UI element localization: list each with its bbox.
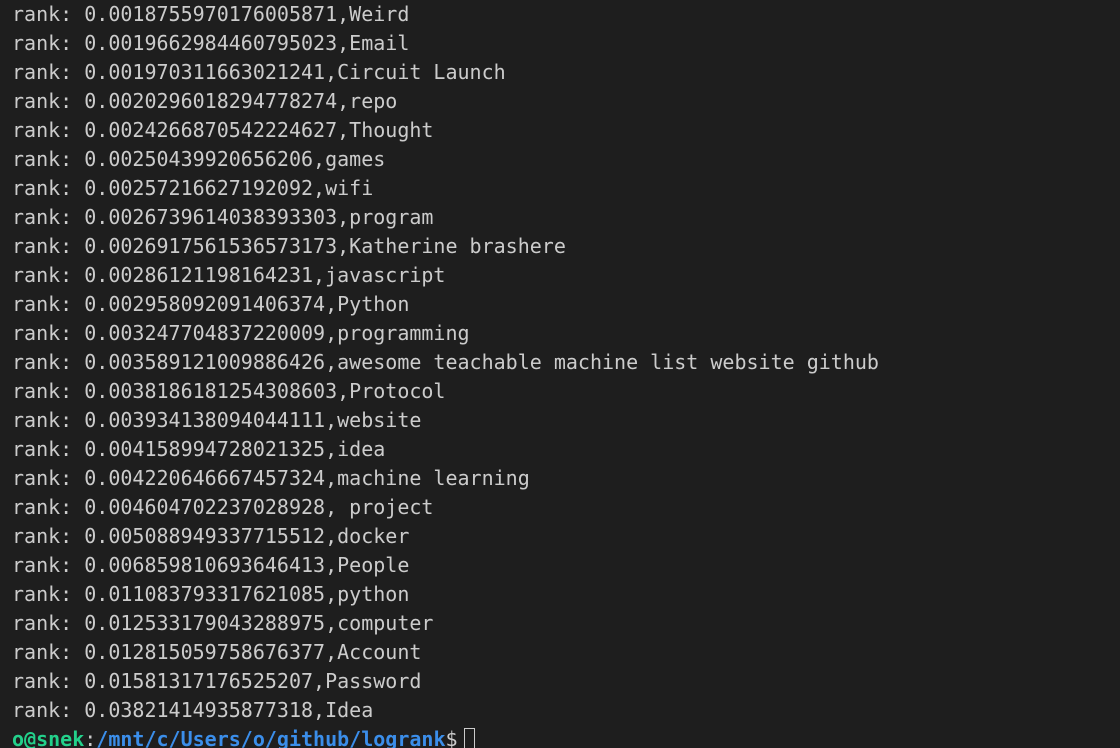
- output-line: rank: 0.011083793317621085,python: [12, 582, 410, 606]
- prompt-path: /mnt/c/Users/o/github/logrank: [96, 727, 446, 748]
- output-line: rank: 0.0018755970176005871,Weird: [12, 2, 410, 26]
- output-line: rank: 0.001970311663021241,Circuit Launc…: [12, 60, 506, 84]
- terminal-prompt-line[interactable]: o@snek:/mnt/c/Users/o/github/logrank$: [12, 725, 1120, 748]
- output-line: rank: 0.002958092091406374,Python: [12, 292, 410, 316]
- output-line: rank: 0.03821414935877318,Idea: [12, 698, 374, 722]
- output-line: rank: 0.012815059758676377,Account: [12, 640, 422, 664]
- output-line: rank: 0.0020296018294778274,repo: [12, 89, 398, 113]
- output-line: rank: 0.012533179043288975,computer: [12, 611, 434, 635]
- prompt-symbol: $: [445, 727, 458, 748]
- output-line: rank: 0.006859810693646413,People: [12, 553, 410, 577]
- terminal-window[interactable]: rank: 0.0018755970176005871,Weird rank: 0…: [0, 0, 1120, 748]
- output-line: rank: 0.00257216627192092,wifi: [12, 176, 374, 200]
- output-line: rank: 0.0026739614038393303,program: [12, 205, 434, 229]
- terminal-output: rank: 0.0018755970176005871,Weird rank: 0…: [12, 0, 1120, 725]
- output-line: rank: 0.00286121198164231,javascript: [12, 263, 446, 287]
- text-cursor[interactable]: [463, 728, 475, 748]
- prompt-user-host: o@snek: [12, 727, 85, 748]
- output-line: rank: 0.0038186181254308603,Protocol: [12, 379, 446, 403]
- output-line: rank: 0.004220646667457324,machine learn…: [12, 466, 530, 490]
- output-line: rank: 0.0026917561536573173,Katherine br…: [12, 234, 566, 258]
- prompt-separator: :: [84, 727, 97, 748]
- output-line: rank: 0.004604702237028928, project: [12, 495, 434, 519]
- output-line: rank: 0.01581317176525207,Password: [12, 669, 422, 693]
- output-line: rank: 0.0024266870542224627,Thought: [12, 118, 434, 142]
- output-line: rank: 0.005088949337715512,docker: [12, 524, 410, 548]
- output-line: rank: 0.0019662984460795023,Email: [12, 31, 410, 55]
- output-line: rank: 0.004158994728021325,idea: [12, 437, 386, 461]
- output-line: rank: 0.003247704837220009,programming: [12, 321, 470, 345]
- output-line: rank: 0.00250439920656206,games: [12, 147, 386, 171]
- output-line: rank: 0.003934138094044111,website: [12, 408, 422, 432]
- output-line: rank: 0.003589121009886426,awesome teach…: [12, 350, 879, 374]
